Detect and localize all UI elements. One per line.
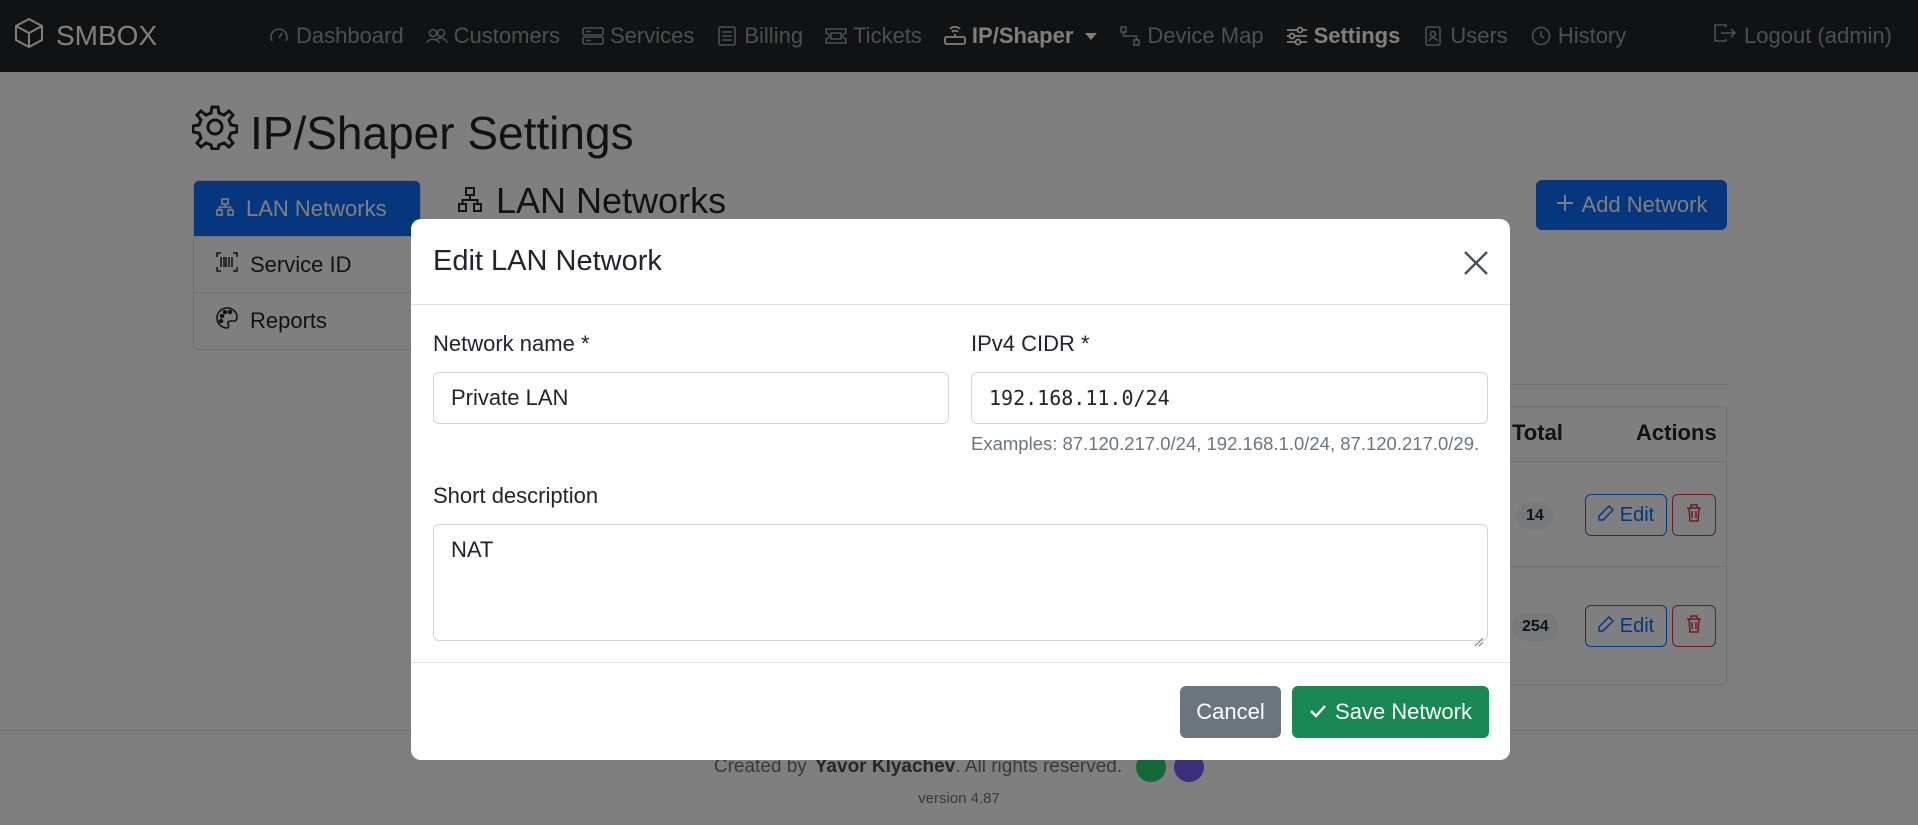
- network-name-value: Private LAN: [451, 385, 569, 410]
- network-name-field[interactable]: Private LAN: [433, 372, 949, 424]
- save-network-label: Save Network: [1335, 699, 1472, 724]
- modal-header: Edit LAN Network: [411, 219, 1510, 305]
- short-description-label: Short description: [433, 483, 599, 508]
- cidr-help-text: Examples: 87.120.217.0/24, 192.168.1.0/2…: [971, 433, 1480, 454]
- ipv4-cidr-field[interactable]: 192.168.11.0/24: [971, 372, 1488, 424]
- modal-footer-divider: [411, 662, 1510, 663]
- network-name-label: Network name *: [433, 331, 590, 356]
- save-network-button[interactable]: Save Network: [1292, 686, 1489, 738]
- short-description-field[interactable]: NAT: [433, 524, 1488, 647]
- check-icon: [1309, 699, 1327, 725]
- modal-title: Edit LAN Network: [433, 245, 662, 277]
- ipv4-cidr-label: IPv4 CIDR *: [971, 331, 1090, 356]
- close-icon[interactable]: [1462, 249, 1490, 277]
- short-description-value: NAT: [451, 537, 494, 562]
- cancel-button[interactable]: Cancel: [1180, 686, 1281, 738]
- edit-lan-network-modal: Edit LAN Network Network name * Private …: [411, 219, 1510, 760]
- resize-handle-icon[interactable]: [1474, 627, 1484, 647]
- ipv4-cidr-value: 192.168.11.0/24: [989, 386, 1170, 410]
